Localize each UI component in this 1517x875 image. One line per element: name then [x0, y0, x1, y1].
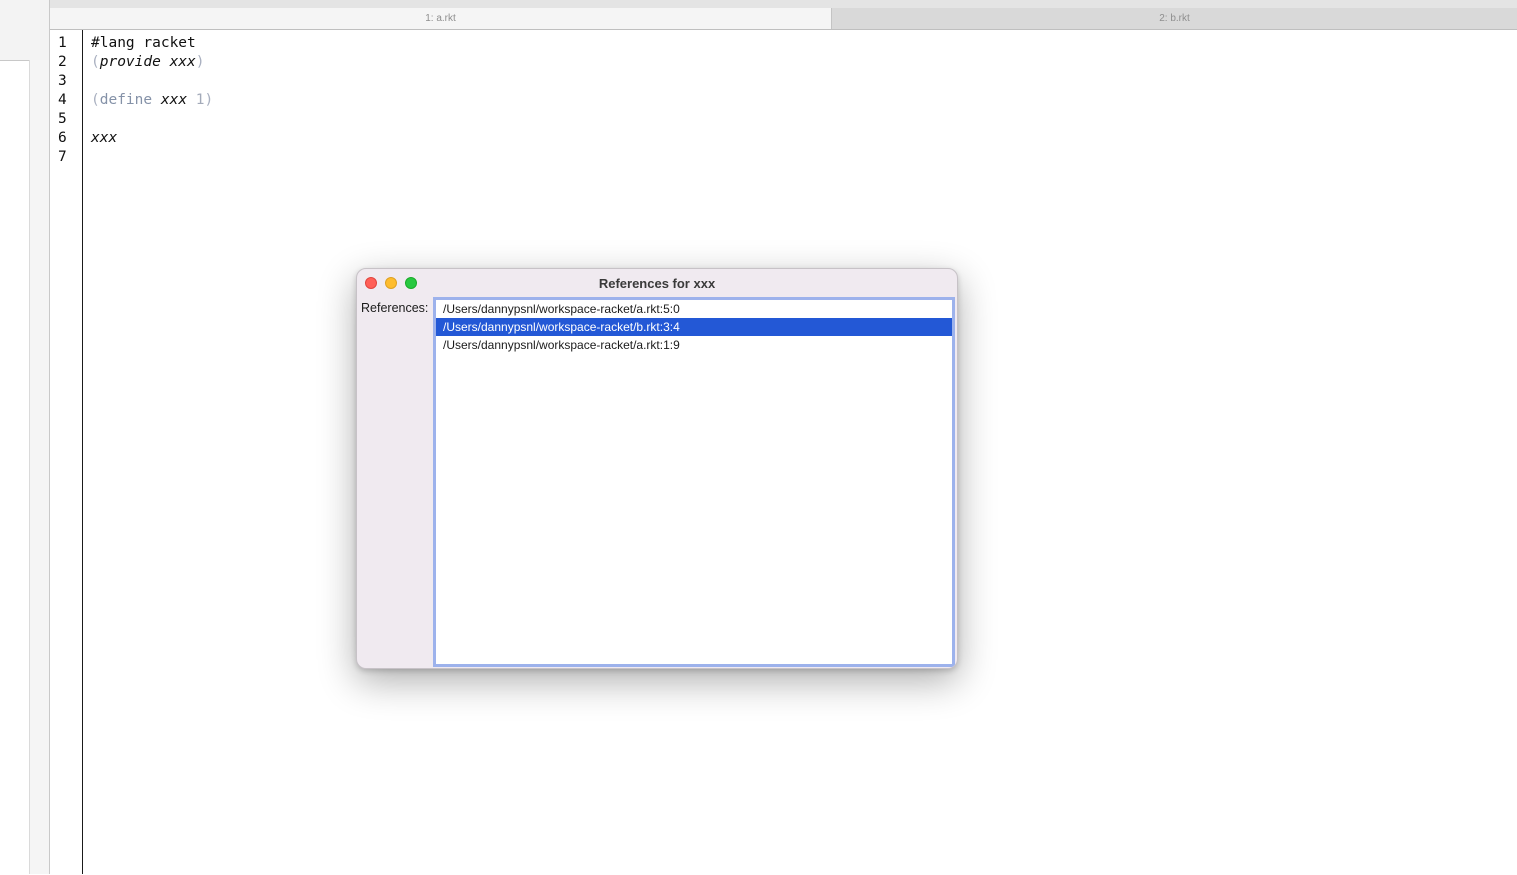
- provide-keyword: provide: [99, 54, 161, 70]
- references-dialog: References for xxx References: /Users/da…: [356, 268, 958, 669]
- identifier-xxx[interactable]: xxx: [170, 54, 196, 70]
- code-line-3[interactable]: [91, 72, 213, 91]
- reference-item[interactable]: /Users/dannypsnl/workspace-racket/a.rkt:…: [436, 336, 952, 354]
- open-paren: (: [91, 92, 100, 108]
- left-panel: [0, 60, 29, 875]
- tab-b-rkt[interactable]: 2: b.rkt: [832, 8, 1517, 29]
- open-paren: (: [91, 54, 100, 70]
- code-line-6[interactable]: xxx: [91, 129, 213, 148]
- left-panel-divider[interactable]: [29, 60, 50, 874]
- tab-bar: 1: a.rkt 2: b.rkt: [50, 8, 1517, 30]
- lang-directive: #lang racket: [91, 35, 196, 51]
- identifier-xxx[interactable]: xxx: [91, 130, 117, 146]
- code-line-2[interactable]: (provide xxx): [91, 53, 213, 72]
- line-number: 6: [58, 130, 67, 146]
- line-number: 7: [58, 149, 67, 165]
- reference-item-selected[interactable]: /Users/dannypsnl/workspace-racket/b.rkt:…: [436, 318, 952, 336]
- line-number: 3: [58, 73, 67, 89]
- code-line-1[interactable]: #lang racket: [91, 34, 213, 53]
- line-number: 1: [58, 35, 67, 51]
- close-paren: ): [204, 92, 214, 108]
- define-keyword: define: [99, 92, 153, 108]
- minimize-window-icon[interactable]: [385, 277, 397, 289]
- reference-item[interactable]: /Users/dannypsnl/workspace-racket/a.rkt:…: [436, 300, 952, 318]
- dialog-title: References for xxx: [598, 275, 716, 291]
- references-label: References:: [361, 301, 429, 315]
- zoom-window-icon[interactable]: [405, 277, 417, 289]
- code-editor[interactable]: #lang racket (provide xxx) (define xxx 1…: [91, 34, 213, 167]
- tab-a-rkt[interactable]: 1: a.rkt: [50, 8, 832, 29]
- line-numbers: 1 2 3 4 5 6 7: [58, 34, 78, 167]
- identifier-xxx[interactable]: xxx: [161, 92, 187, 108]
- close-paren: ): [195, 54, 205, 70]
- line-number: 5: [58, 111, 67, 127]
- number-literal: 1: [195, 92, 205, 108]
- left-panel-header: [0, 0, 49, 60]
- code-line-7[interactable]: [91, 148, 213, 167]
- line-number: 2: [58, 54, 67, 70]
- code-line-5[interactable]: [91, 110, 213, 129]
- close-window-icon[interactable]: [365, 277, 377, 289]
- line-number: 4: [58, 92, 67, 108]
- references-list[interactable]: /Users/dannypsnl/workspace-racket/a.rkt:…: [433, 297, 955, 667]
- dialog-titlebar[interactable]: References for xxx: [357, 269, 957, 297]
- code-line-4[interactable]: (define xxx 1): [91, 91, 213, 110]
